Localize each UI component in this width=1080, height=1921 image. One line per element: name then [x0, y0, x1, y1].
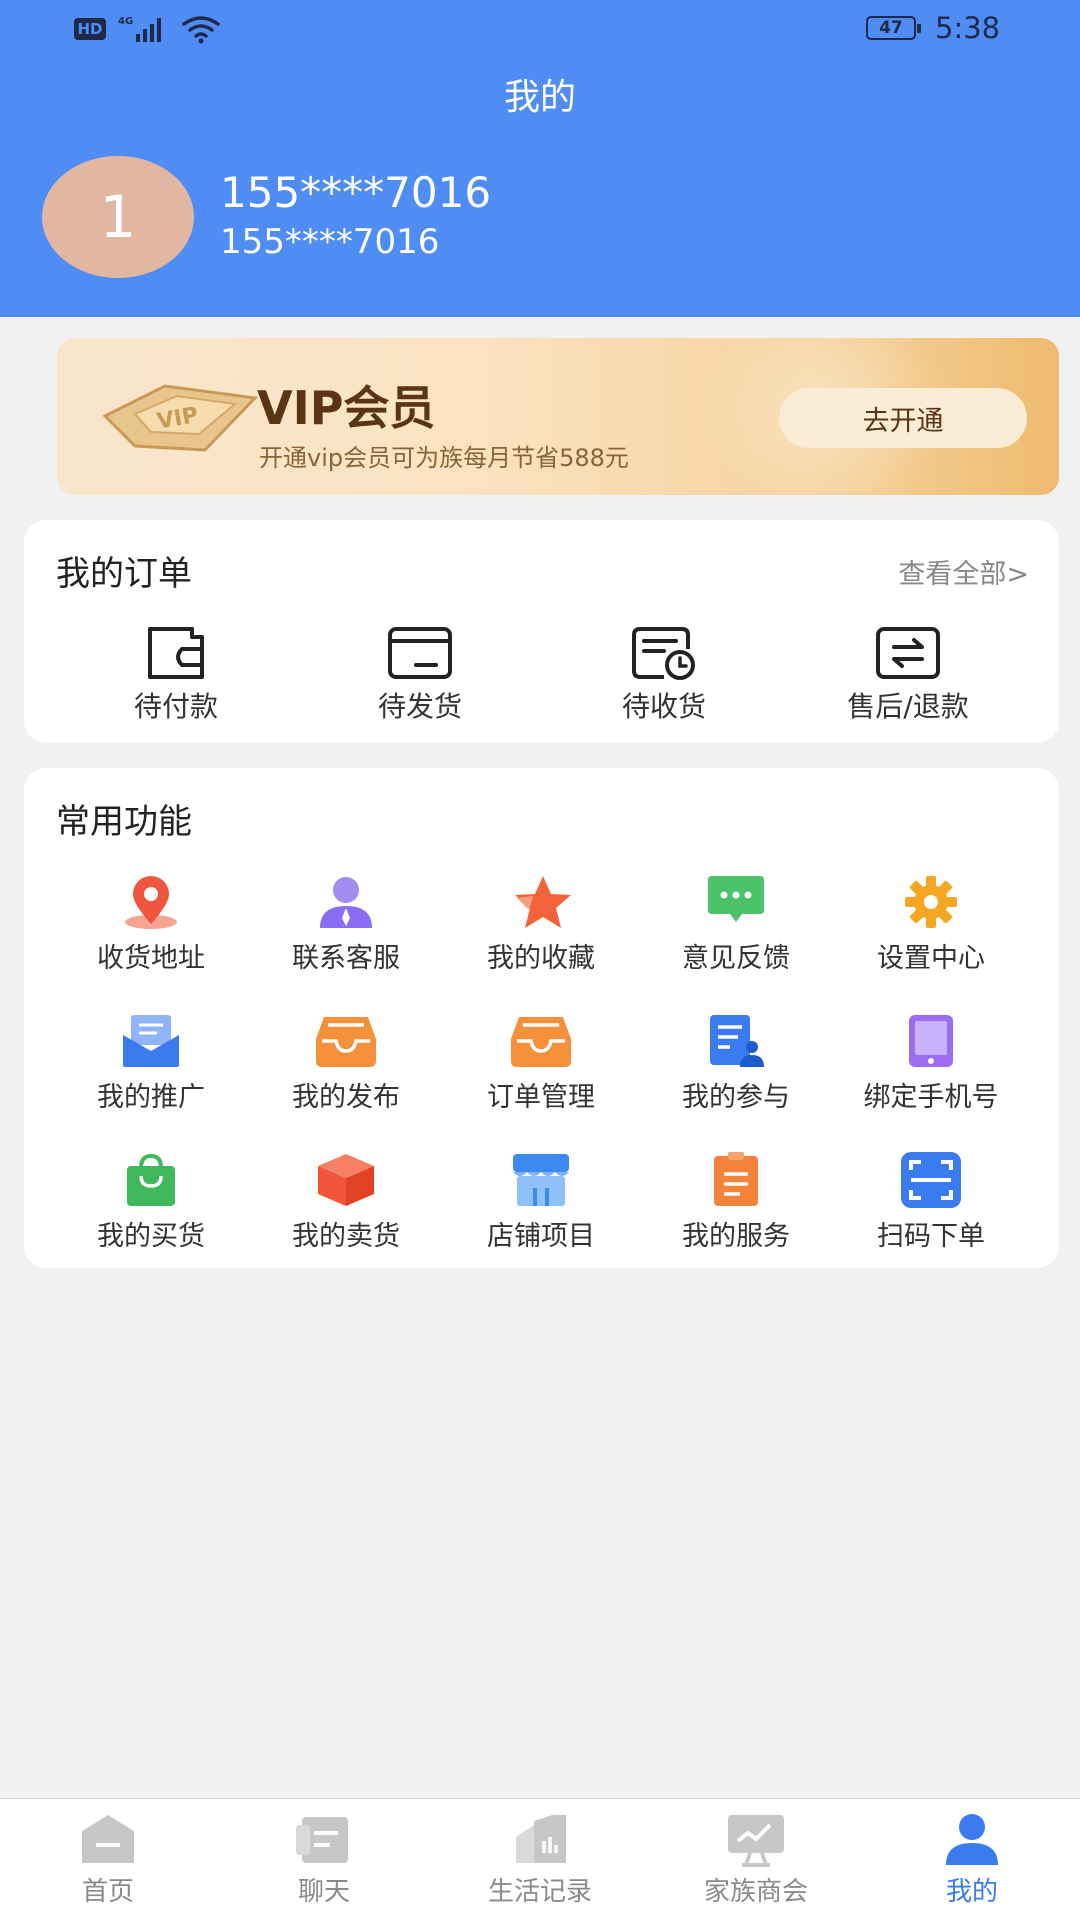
- user-phone: 155****7016: [220, 222, 440, 262]
- tab-label: 生活记录: [487, 1877, 592, 1907]
- function-label: 联系客服: [292, 943, 400, 974]
- user-name[interactable]: 155****7016: [220, 168, 491, 217]
- tab-life-records[interactable]: 生活记录: [432, 1813, 648, 1908]
- document-person-icon: [710, 1015, 764, 1067]
- avatar[interactable]: 1: [42, 156, 194, 278]
- tab-home[interactable]: 首页: [0, 1813, 216, 1908]
- inbox-tray-icon: [316, 1017, 376, 1067]
- func-my-sales[interactable]: 我的卖货: [256, 1152, 436, 1253]
- function-label: 店铺项目: [487, 1221, 595, 1252]
- cube-icon: [318, 1154, 374, 1206]
- shopping-bag-icon: [127, 1153, 175, 1206]
- envelope-icon: [123, 1015, 179, 1067]
- tab-label: 首页: [81, 1877, 134, 1907]
- wifi-icon: [182, 16, 220, 44]
- function-label: 意见反馈: [682, 943, 790, 974]
- receipt-clock-icon: [632, 627, 695, 680]
- records-icon: [516, 1815, 566, 1863]
- store-icon: [513, 1154, 569, 1206]
- vip-banner[interactable]: VIP VIP会员 开通vip会员可为族每月节省588元 去开通: [57, 338, 1059, 495]
- function-label: 订单管理: [487, 1082, 595, 1113]
- func-settings[interactable]: 设置中心: [841, 874, 1021, 975]
- function-label: 我的收藏: [487, 943, 595, 974]
- func-shipping-address[interactable]: 收货地址: [61, 874, 241, 975]
- status-bar: HD 4G 47 5:38: [0, 0, 1080, 60]
- func-my-promotion[interactable]: 我的推广: [61, 1013, 241, 1114]
- order-item-label: 售后/退款: [847, 690, 969, 723]
- function-label: 扫码下单: [877, 1221, 985, 1252]
- func-scan-order[interactable]: 扫码下单: [841, 1152, 1021, 1253]
- chamber-monitor-icon: [728, 1815, 784, 1867]
- customer-service-icon: [320, 877, 372, 928]
- func-feedback[interactable]: 意见反馈: [646, 874, 826, 975]
- function-label: 绑定手机号: [863, 1082, 999, 1113]
- orders-card: 我的订单 查看全部> 待付款 待发货 待收货 售后/退款: [24, 520, 1059, 743]
- order-after-sales[interactable]: 售后/退款: [808, 625, 1008, 725]
- tab-me[interactable]: 我的: [864, 1813, 1080, 1908]
- function-label: 收货地址: [97, 943, 205, 974]
- chat-bubble-icon: [708, 876, 764, 922]
- vip-activate-button[interactable]: 去开通: [779, 388, 1027, 448]
- function-label: 我的卖货: [292, 1221, 400, 1252]
- home-icon: [82, 1815, 134, 1863]
- user-icon: [946, 1814, 998, 1865]
- order-item-label: 待收货: [621, 690, 706, 723]
- network-type-label: 4G: [118, 16, 133, 27]
- func-my-posts[interactable]: 我的发布: [256, 1013, 436, 1114]
- tab-label: 聊天: [297, 1877, 350, 1907]
- battery-icon: 47: [866, 16, 921, 40]
- scan-icon: [901, 1152, 961, 1208]
- tab-label: 我的: [945, 1877, 998, 1907]
- hd-badge: HD: [74, 18, 106, 40]
- function-label: 设置中心: [877, 943, 985, 974]
- func-store-projects[interactable]: 店铺项目: [451, 1152, 631, 1253]
- order-item-label: 待付款: [133, 690, 218, 723]
- profile-header: HD 4G 47 5:38 我的 1 155****7016 155****70…: [0, 0, 1080, 317]
- cellular-signal-icon: 4G: [118, 16, 161, 42]
- bottom-tab-bar: 首页 聊天 生活记录 家族商会 我的: [0, 1798, 1080, 1921]
- func-my-purchases[interactable]: 我的买货: [61, 1152, 241, 1253]
- star-icon: [515, 876, 571, 928]
- function-label: 我的参与: [682, 1082, 790, 1113]
- function-label: 我的买货: [97, 1221, 205, 1252]
- order-pending-payment[interactable]: 待付款: [76, 625, 276, 725]
- order-pending-receipt[interactable]: 待收货: [564, 625, 764, 725]
- order-item-label: 待发货: [377, 690, 462, 723]
- orders-title: 我的订单: [56, 554, 192, 594]
- location-pin-icon: [125, 876, 177, 929]
- inbox-tray-icon: [511, 1017, 571, 1067]
- vip-badge-icon: VIP: [102, 384, 259, 452]
- func-my-favorites[interactable]: 我的收藏: [451, 874, 631, 975]
- function-label: 我的推广: [97, 1082, 205, 1113]
- functions-title: 常用功能: [56, 802, 192, 842]
- functions-card: 常用功能 收货地址 联系客服 我的收藏 意见反馈 设置中心 我的推广 我的发布 …: [24, 768, 1059, 1268]
- tab-family-chamber[interactable]: 家族商会: [648, 1813, 864, 1908]
- vip-description: 开通vip会员可为族每月节省588元: [259, 444, 629, 472]
- clipboard-icon: [714, 1152, 758, 1206]
- view-all-orders-link[interactable]: 查看全部>: [898, 552, 1029, 591]
- tab-chat[interactable]: 聊天: [216, 1813, 432, 1908]
- func-my-participation[interactable]: 我的参与: [646, 1013, 826, 1114]
- page-title: 我的: [503, 77, 576, 118]
- function-label: 我的发布: [292, 1082, 400, 1113]
- exchange-icon: [876, 627, 940, 679]
- chat-icon: [296, 1817, 348, 1863]
- func-order-management[interactable]: 订单管理: [451, 1013, 631, 1114]
- vip-title: VIP会员: [257, 381, 436, 435]
- func-my-services[interactable]: 我的服务: [646, 1152, 826, 1253]
- box-icon: [388, 627, 452, 679]
- tablet-icon: [909, 1015, 953, 1067]
- function-label: 我的服务: [682, 1221, 790, 1252]
- wallet-icon: [148, 627, 204, 679]
- func-customer-service[interactable]: 联系客服: [256, 874, 436, 975]
- tab-label: 家族商会: [703, 1877, 808, 1907]
- clock: 5:38: [935, 11, 1001, 45]
- order-pending-shipment[interactable]: 待发货: [320, 625, 520, 725]
- func-bind-phone[interactable]: 绑定手机号: [841, 1013, 1021, 1114]
- gear-icon: [905, 876, 957, 928]
